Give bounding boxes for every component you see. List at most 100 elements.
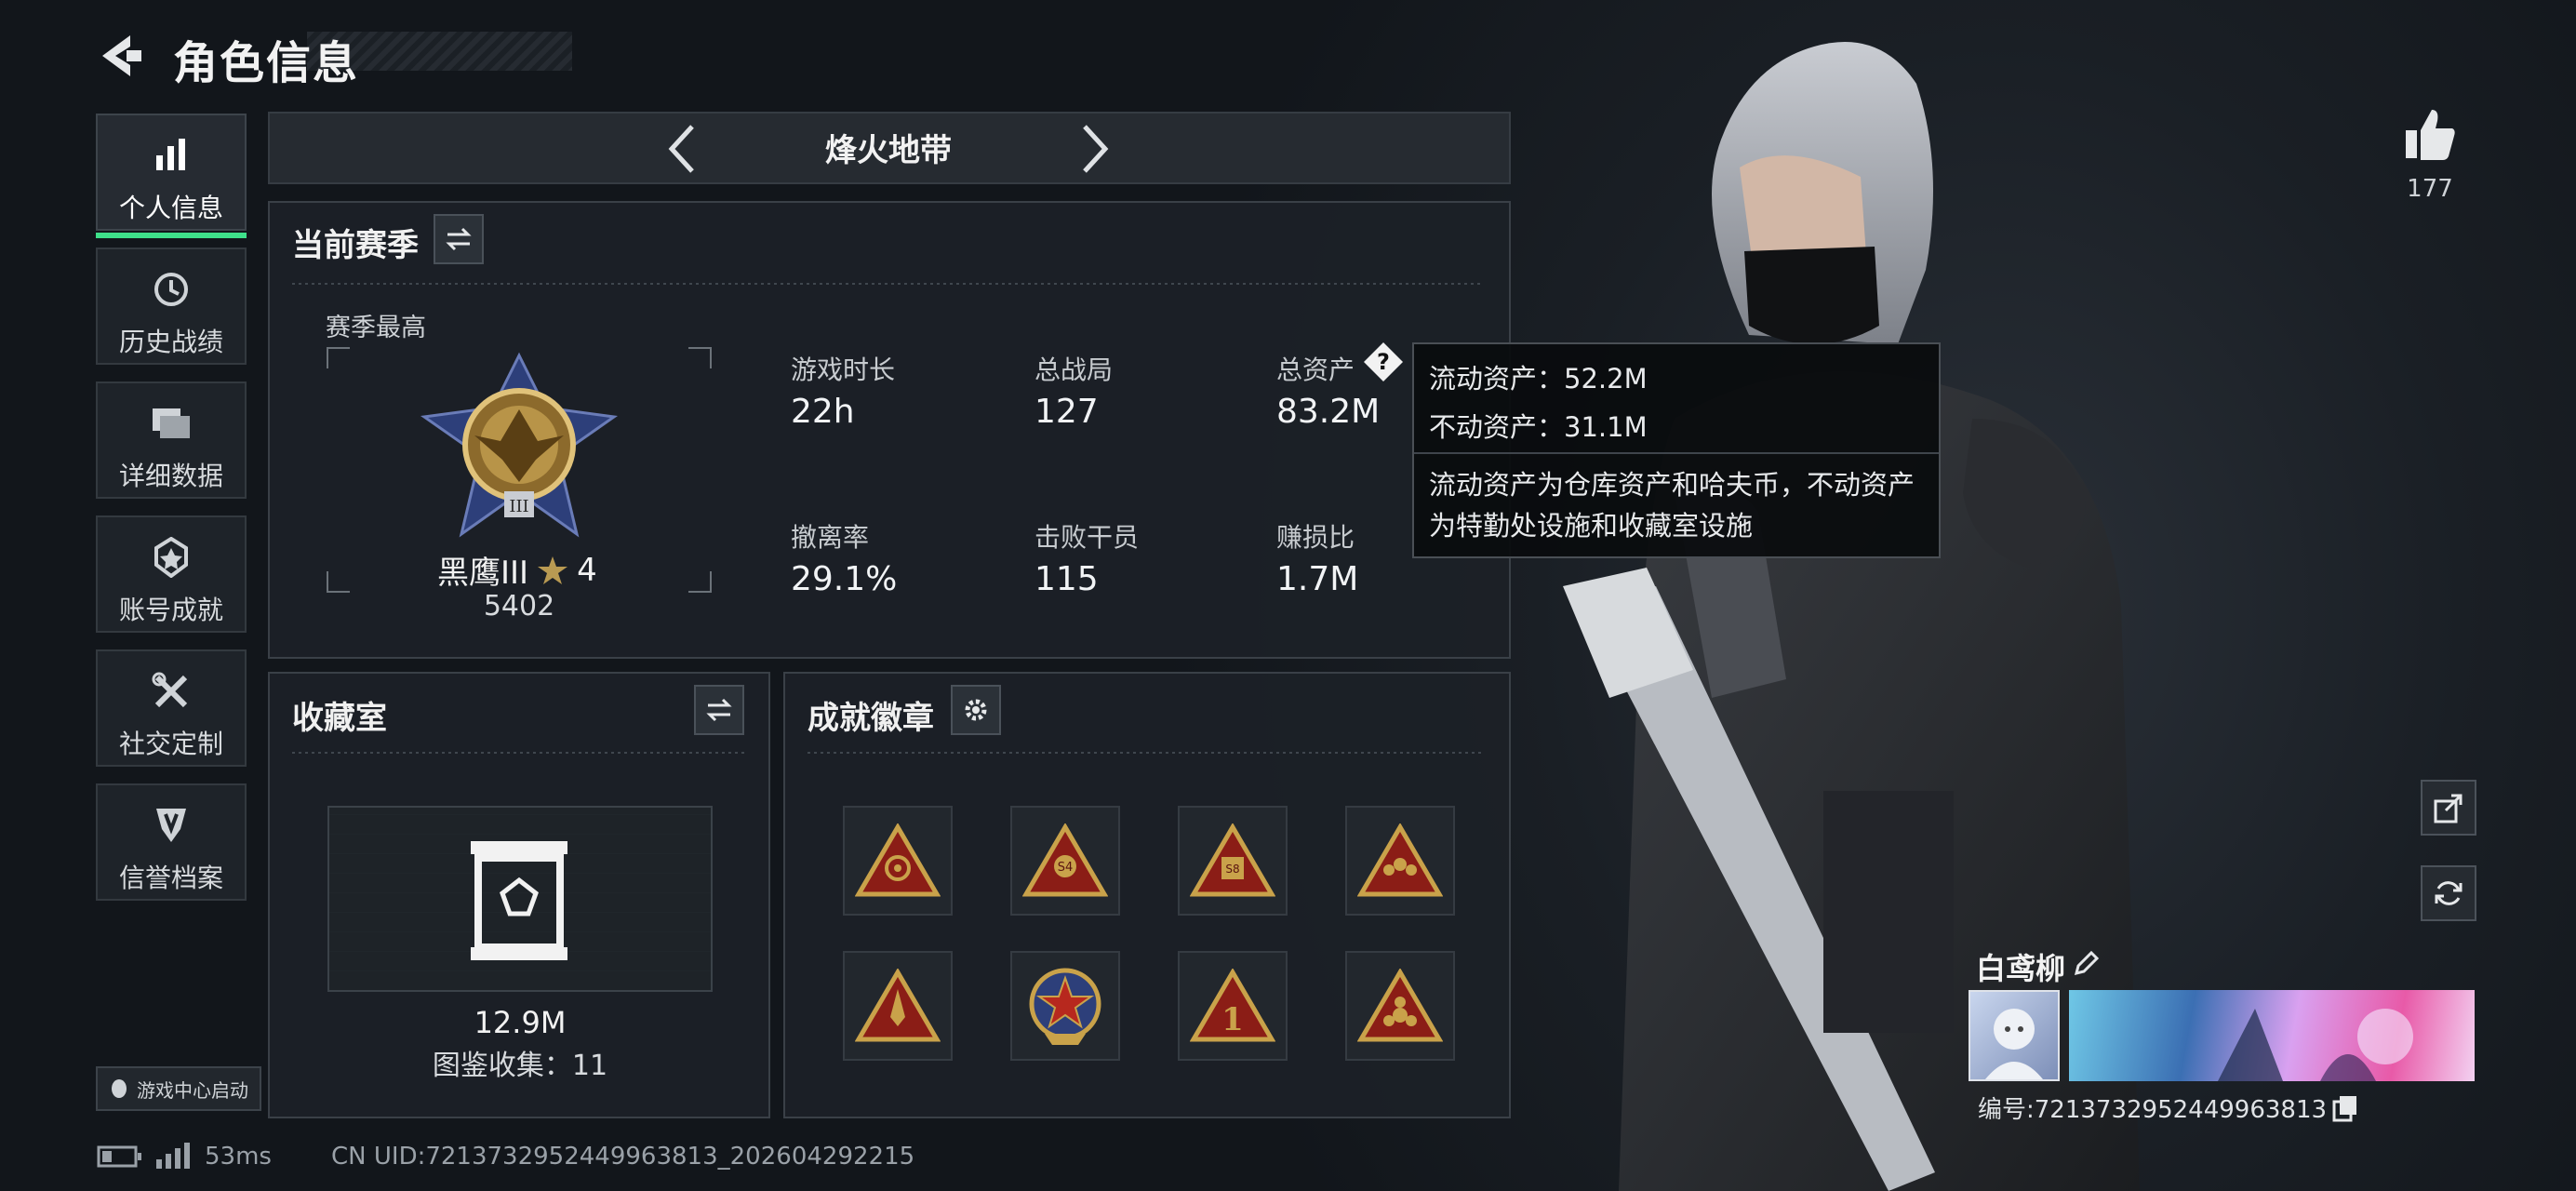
svg-text:S4: S4 [1058,861,1074,875]
chevron-right-icon[interactable] [1074,121,1114,177]
stat-label-operators-defeated: 击败干员 [1034,522,1140,553]
stat-value-profit-loss: 1.7M [1276,560,1359,598]
sidebar-item-achievements[interactable]: 账号成就 [96,515,247,633]
sidebar-item-details[interactable]: 详细数据 [96,381,247,499]
stat-value-total-assets: 83.2M [1276,393,1381,431]
star-icon [538,555,568,584]
s4-badge-icon: S4 [1022,823,1108,897]
rank-name-row: 黑鹰III 4 [437,547,597,593]
sidebar-item-label: 个人信息 [118,193,223,223]
folder-icon [153,408,190,438]
shield-icon [156,809,186,842]
divider [292,283,1483,285]
tooltip-liquid-assets: 流动资产：52.2M [1429,363,1648,395]
active-indicator [96,233,247,238]
rank-name: 黑鹰III [437,555,529,592]
achievement-badge[interactable]: S8 [1178,806,1288,916]
sidebar-item-label: 信誉档案 [118,863,223,893]
bar-chart-icon [156,139,185,170]
svg-text:1: 1 [1221,1001,1244,1038]
thumbs-up-icon[interactable] [2402,106,2458,162]
stat-value-operators-defeated: 115 [1034,560,1099,598]
collection-switch-button[interactable] [694,685,744,735]
achievements-title: 成就徽章 [808,700,934,737]
tooltip-description-line1: 流动资产为仓库资产和哈夫币，不动资产 [1429,469,1915,501]
switch-arrows-icon [706,698,732,722]
refresh-icon [2435,881,2463,905]
banner-illustration [2218,1009,2413,1081]
name-card-banner [2069,990,2475,1081]
stat-value-extraction-rate: 29.1% [791,560,898,598]
copy-icon[interactable] [2332,1094,2358,1122]
sidebar-item-personal-info[interactable]: 个人信息 [96,114,247,238]
star-medal-badge-icon [1029,968,1101,1045]
avatar[interactable] [1969,990,2060,1081]
svg-text:S8: S8 [1225,863,1239,876]
sidebar-item-history[interactable]: 历史战绩 [96,248,247,365]
total-assets-tooltip: 流动资产：52.2M 不动资产：31.1M 流动资产为仓库资产和哈夫币，不动资产… [1412,342,1941,558]
s8-badge-icon: S8 [1190,823,1275,897]
number-one-badge-icon: 1 [1190,969,1275,1042]
refresh-button[interactable] [2421,865,2476,921]
tooltip-divider [1414,452,1939,454]
rocket-badge-icon [855,969,941,1042]
black-hawk-rank-emblem-icon: III [420,352,619,538]
sidebar-item-credit[interactable]: 信誉档案 [96,783,247,901]
achievement-badge[interactable] [1345,951,1455,1061]
achievement-badge[interactable]: 1 [1178,951,1288,1061]
ping: 53ms [205,1143,272,1171]
sidebar-item-label: 详细数据 [118,461,223,491]
player-id: 编号:7213732952449963813 [1978,1096,2328,1124]
collection-title: 收藏室 [292,700,387,737]
tooltip-fixed-assets: 不动资产：31.1M [1429,411,1648,443]
season-switch-button[interactable] [434,214,484,264]
achievement-badge[interactable] [1345,806,1455,916]
signal-icon [156,1143,190,1169]
svg-text:III: III [509,497,528,516]
achievement-icon [154,537,188,578]
rank-score: 5402 [483,590,555,622]
tools-icon [152,672,188,708]
squad-badge-icon [1357,823,1443,897]
edit-pencil-icon[interactable] [2071,949,2101,979]
sidebar-item-social[interactable]: 社交定制 [96,649,247,767]
stat-label-profit-loss: 赚损比 [1276,522,1355,553]
display-case-icon [471,841,567,960]
stat-label-play-time: 游戏时长 [791,355,896,385]
achievement-badge[interactable] [1010,951,1120,1061]
achievement-badge[interactable] [843,951,953,1061]
stat-value-total-matches: 127 [1034,393,1099,431]
mode-label: 烽火地带 [825,132,952,169]
avatar-portrait-icon [1985,1009,2043,1079]
share-button[interactable] [2421,780,2476,836]
collection-count: 图鉴收集：11 [432,1050,608,1082]
achievements-settings-button[interactable] [951,685,1001,735]
page-title: 角色信息 [173,37,360,89]
flower-badge-icon [1357,969,1443,1042]
eye-badge-icon [855,823,941,897]
back-arrow-icon[interactable] [93,28,149,84]
player-name: 白鸢柳 [1976,951,2066,986]
player-id-row: 编号:7213732952449963813 [1978,1091,2358,1125]
battery-icon [97,1145,141,1168]
stat-label-total-assets: 总资产 [1276,355,1355,385]
tooltip-description-line2: 为特勤处设施和收藏室设施 [1429,510,1754,542]
stat-value-play-time: 22h [791,393,855,431]
achievement-badge[interactable] [843,806,953,916]
rank-stars: 4 [577,551,597,589]
divider [808,752,1485,754]
qq-penguin-icon [112,1079,127,1098]
share-icon [2434,794,2463,823]
history-clock-icon [154,273,188,306]
help-question-icon[interactable]: ? [1362,341,1405,383]
stat-label-total-matches: 总战局 [1034,355,1114,385]
collection-value: 12.9M [474,1005,567,1040]
divider [292,752,744,754]
season-title: 当前赛季 [292,227,419,264]
like-count: 177 [2407,175,2453,203]
chevron-left-icon[interactable] [662,121,703,177]
season-peak-label: 赛季最高 [326,314,426,342]
achievement-badge[interactable]: S4 [1010,806,1120,916]
game-center-button[interactable]: 游戏中心启动 [96,1066,261,1111]
switch-arrows-icon [446,227,472,251]
